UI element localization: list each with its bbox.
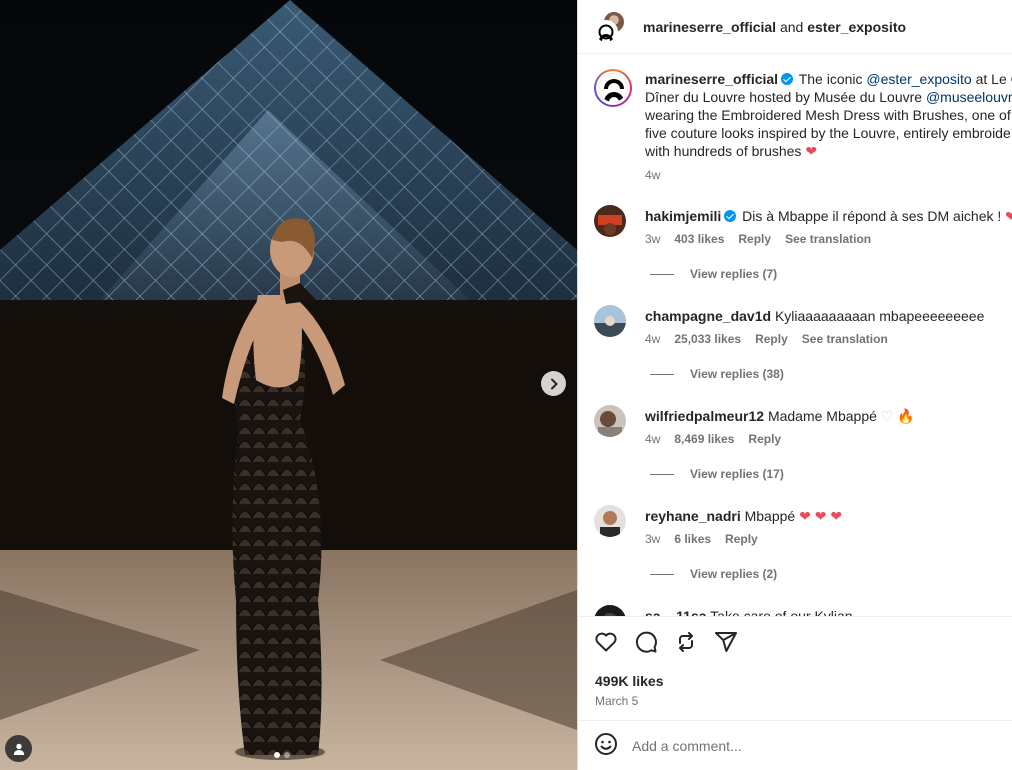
comment-username[interactable]: champagne_dav1d bbox=[645, 308, 771, 324]
like-count[interactable]: 499K likes bbox=[595, 673, 664, 689]
post-date: March 5 bbox=[595, 694, 639, 708]
carousel-indicator bbox=[274, 752, 290, 758]
comment-time[interactable]: 3w bbox=[645, 232, 660, 246]
action-icons bbox=[594, 630, 738, 654]
replies-divider bbox=[650, 273, 674, 275]
comment-content: Madame Mbappé bbox=[767, 408, 877, 424]
avatar[interactable] bbox=[594, 505, 626, 537]
replies-divider bbox=[650, 573, 674, 575]
comment-content: Take care of our Kylian bbox=[710, 608, 853, 616]
comment-text: wilfriedpalmeur12 Madame Mbappé ♡ 🔥 bbox=[645, 407, 915, 425]
comments-list[interactable]: marineserre_official The iconic @ester_e… bbox=[578, 55, 1012, 616]
authors-joiner: and bbox=[779, 18, 804, 35]
verified-badge-icon bbox=[724, 210, 737, 222]
caption-line3-text: wearing the Embroidered Mesh Dress with … bbox=[645, 107, 1012, 123]
reply-button[interactable]: Reply bbox=[755, 332, 788, 346]
see-translation-button[interactable]: See translation bbox=[802, 332, 888, 346]
avatar[interactable] bbox=[594, 205, 626, 237]
caption-text: marineserre_official The iconic @ester_e… bbox=[645, 70, 1012, 184]
view-replies-button[interactable]: View replies (7) bbox=[650, 267, 777, 281]
comment-likes[interactable]: 6 likes bbox=[674, 532, 711, 546]
comment-meta: 3w 6 likes Reply bbox=[645, 532, 758, 546]
carousel-dot-active bbox=[274, 752, 280, 758]
share-icon[interactable] bbox=[714, 630, 738, 654]
view-replies-button[interactable]: View replies (17) bbox=[650, 467, 784, 481]
red-heart-emoji-icon: ❤ bbox=[805, 143, 818, 159]
post-header: marineserre_official and ester_exposito bbox=[578, 0, 1012, 54]
verified-badge-icon bbox=[781, 73, 794, 85]
repost-icon[interactable] bbox=[674, 630, 698, 654]
carousel-dot bbox=[284, 752, 290, 758]
comment-input[interactable] bbox=[632, 737, 992, 754]
post-actions: 499K likes March 5 bbox=[578, 616, 1012, 720]
red-heart-emoji-icon: ❤ bbox=[1005, 208, 1012, 224]
avatar bbox=[594, 19, 618, 44]
comment-text: hakimjemili Dis à Mbappe il répond à ses… bbox=[645, 207, 1012, 225]
post-authors: marineserre_official and ester_exposito bbox=[643, 19, 906, 35]
comment-content: Kyliaaaaaaaaan mbapeeeeeeeee bbox=[774, 308, 985, 324]
comment-meta: 3w 403 likes Reply See translation bbox=[645, 232, 871, 246]
caption-time[interactable]: 4w bbox=[645, 166, 1012, 184]
view-replies-label: View replies (2) bbox=[690, 567, 778, 581]
comment-likes[interactable]: 8,469 likes bbox=[674, 432, 734, 446]
view-replies-button[interactable]: View replies (2) bbox=[650, 567, 777, 581]
mention-link[interactable]: @museelouvre bbox=[926, 89, 1012, 105]
comment-time[interactable]: 3w bbox=[645, 532, 660, 546]
carousel-next-button[interactable] bbox=[541, 371, 566, 396]
comment-content: Dis à Mbappe il répond à ses DM aichek ! bbox=[742, 208, 1002, 224]
avatar[interactable] bbox=[594, 605, 626, 616]
reply-button[interactable]: Reply bbox=[738, 232, 771, 246]
add-comment-bar bbox=[578, 720, 1012, 770]
red-heart-emoji-icon: ❤ ❤ ❤ bbox=[799, 508, 843, 524]
caption-line1-text: The iconic bbox=[798, 71, 867, 87]
comment-text: reyhane_nadri Mbappé ❤ ❤ ❤ bbox=[645, 507, 842, 525]
mention-link[interactable]: @ester_exposito bbox=[866, 71, 971, 87]
comment-text: champagne_dav1d Kyliaaaaaaaaan mbapeeeee… bbox=[645, 307, 984, 325]
view-replies-label: View replies (7) bbox=[690, 267, 778, 281]
photo-scene bbox=[0, 0, 577, 770]
reply-button[interactable]: Reply bbox=[725, 532, 758, 546]
story-ring-avatar[interactable] bbox=[594, 69, 632, 107]
comment-likes[interactable]: 403 likes bbox=[674, 232, 724, 246]
comment-meta: 4w 25,033 likes Reply See translation bbox=[645, 332, 888, 346]
view-replies-label: View replies (38) bbox=[690, 367, 784, 381]
heart-icon[interactable] bbox=[594, 630, 618, 654]
view-replies-label: View replies (17) bbox=[690, 467, 784, 481]
tagged-users-button[interactable] bbox=[5, 735, 32, 762]
comment-likes[interactable]: 25,033 likes bbox=[674, 332, 741, 346]
comment-time[interactable]: 4w bbox=[645, 432, 660, 446]
coauthor-username[interactable]: ester_exposito bbox=[807, 19, 906, 35]
comment-meta: 4w 8,469 likes Reply bbox=[645, 432, 781, 446]
fire-emoji-icon: 🔥 bbox=[897, 408, 915, 424]
comment-username[interactable]: sa__11sa bbox=[645, 608, 707, 616]
collab-avatars[interactable] bbox=[594, 9, 628, 44]
caption-line1-end: at Le Gra bbox=[975, 71, 1012, 87]
white-heart-emoji-icon: ♡ bbox=[880, 408, 894, 424]
post-photo[interactable] bbox=[0, 0, 577, 770]
caption-line5-text: with hundreds of brushes bbox=[645, 143, 802, 159]
chevron-right-icon bbox=[550, 378, 557, 389]
comment-content: Mbappé bbox=[744, 508, 796, 524]
caption-line4-text: five couture looks inspired by the Louvr… bbox=[645, 125, 1011, 141]
comment-username[interactable]: hakimjemili bbox=[645, 208, 721, 224]
caption-username[interactable]: marineserre_official bbox=[645, 71, 778, 87]
caption-line2-text: Dîner du Louvre hosted by Musée du Louvr… bbox=[645, 89, 926, 105]
avatar[interactable] bbox=[594, 305, 626, 337]
comment-username[interactable]: wilfriedpalmeur12 bbox=[645, 408, 764, 424]
avatar[interactable] bbox=[594, 405, 626, 437]
post-details-panel: marineserre_official and ester_exposito … bbox=[577, 0, 1012, 770]
emoji-icon[interactable] bbox=[594, 732, 618, 759]
reply-button[interactable]: Reply bbox=[748, 432, 781, 446]
comment-time[interactable]: 4w bbox=[645, 332, 660, 346]
author-username[interactable]: marineserre_official bbox=[643, 19, 776, 35]
user-icon bbox=[13, 743, 24, 755]
comment-text: sa__11sa Take care of our Kylian bbox=[645, 607, 853, 616]
comment-icon[interactable] bbox=[634, 630, 658, 654]
comment-username[interactable]: reyhane_nadri bbox=[645, 508, 741, 524]
replies-divider bbox=[650, 473, 674, 475]
see-translation-button[interactable]: See translation bbox=[785, 232, 871, 246]
view-replies-button[interactable]: View replies (38) bbox=[650, 367, 784, 381]
replies-divider bbox=[650, 373, 674, 375]
